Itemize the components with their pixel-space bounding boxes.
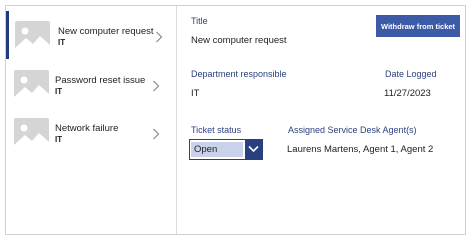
date-logged-value: 11/27/2023 xyxy=(384,88,431,99)
chevron-down-icon xyxy=(248,145,259,153)
department-label: Department responsible xyxy=(191,69,287,79)
list-item-title: New computer request xyxy=(58,26,154,37)
chevron-right-icon[interactable] xyxy=(152,128,160,140)
image-placeholder-icon xyxy=(14,118,49,151)
ticket-status-value: Open xyxy=(191,142,243,157)
ticket-status-label: Ticket status xyxy=(191,125,242,135)
title-label: Title xyxy=(191,16,208,26)
ticket-panel: New computer request IT Password reset i… xyxy=(5,5,466,235)
dropdown-button[interactable] xyxy=(245,140,262,159)
assigned-agents-label: Assigned Service Desk Agent(s) xyxy=(288,125,417,135)
ticket-list: New computer request IT Password reset i… xyxy=(6,6,177,234)
list-item-title: Network failure xyxy=(55,123,119,134)
chevron-right-icon[interactable] xyxy=(155,31,163,43)
chevron-right-icon[interactable] xyxy=(152,80,160,92)
title-value: New computer request xyxy=(191,35,287,46)
withdraw-button[interactable]: Withdraw from ticket xyxy=(376,15,460,37)
assigned-agents-value: Laurens Martens, Agent 1, Agent 2 xyxy=(287,144,434,155)
list-item-title: Password reset issue xyxy=(55,75,146,86)
list-item-subtitle: IT xyxy=(55,87,63,96)
list-item[interactable]: Network failure IT xyxy=(6,108,176,156)
date-logged-label: Date Logged xyxy=(385,69,437,79)
list-item[interactable]: Password reset issue IT xyxy=(6,60,176,108)
image-placeholder-icon xyxy=(15,21,50,54)
department-value: IT xyxy=(191,88,200,99)
list-item-subtitle: IT xyxy=(55,135,63,144)
list-item[interactable]: New computer request IT xyxy=(6,11,176,59)
list-item-subtitle: IT xyxy=(58,38,66,47)
image-placeholder-icon xyxy=(14,70,49,103)
ticket-status-dropdown[interactable]: Open xyxy=(189,139,263,160)
